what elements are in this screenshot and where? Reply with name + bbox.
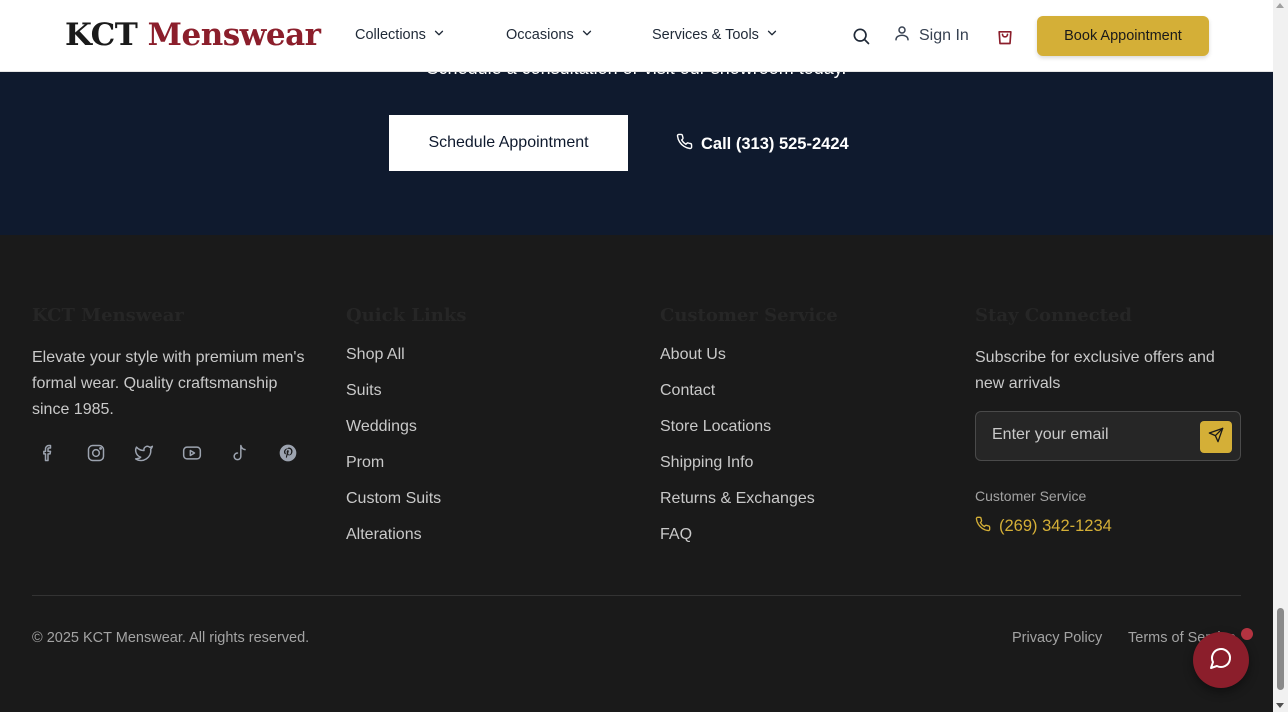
footer-about-text: Elevate your style with premium men's fo… [32, 349, 305, 418]
footer-link-faq[interactable]: FAQ [660, 525, 815, 561]
phone-icon [676, 133, 693, 155]
scroll-down-arrow[interactable] [1276, 703, 1284, 708]
footer-divider [32, 595, 1241, 596]
footer-link-weddings[interactable]: Weddings [346, 417, 441, 453]
user-icon [893, 24, 911, 47]
book-appointment-button[interactable]: Book Appointment [1037, 16, 1209, 56]
tiktok-icon[interactable] [230, 443, 250, 463]
chat-button[interactable] [1193, 632, 1249, 688]
stay-connected-title: Stay Connected [975, 305, 1132, 326]
quick-links-title: Quick Links [346, 305, 467, 326]
youtube-icon[interactable] [182, 443, 202, 463]
notification-dot [1241, 628, 1253, 640]
quick-links-list: Shop All Suits Weddings Prom Custom Suit… [346, 345, 441, 561]
customer-service-title: Customer Service [660, 305, 838, 326]
social-links [38, 443, 298, 463]
chat-bubble-icon [1209, 646, 1233, 675]
subscribe-text: Subscribe for exclusive offers and new a… [975, 349, 1215, 392]
site-header: KCT Menswear Collections Occasions Servi… [0, 0, 1273, 72]
nav-collections[interactable]: Collections [355, 26, 446, 44]
send-icon [1208, 427, 1224, 448]
schedule-appointment-button[interactable]: Schedule Appointment [389, 115, 628, 171]
call-button[interactable]: Call (313) 525-2424 [676, 133, 849, 155]
customer-service-phone-number: (269) 342-1234 [999, 517, 1112, 535]
footer-link-about-us[interactable]: About Us [660, 345, 815, 381]
footer-link-shipping-info[interactable]: Shipping Info [660, 453, 815, 489]
page-scrollbar[interactable] [1273, 0, 1288, 712]
phone-icon [975, 516, 991, 537]
footer-link-store-locations[interactable]: Store Locations [660, 417, 815, 453]
nav-services-tools[interactable]: Services & Tools [652, 26, 779, 44]
footer-link-alterations[interactable]: Alterations [346, 525, 441, 561]
site-logo[interactable]: KCT Menswear [65, 17, 321, 53]
subscribe-button[interactable] [1200, 421, 1232, 453]
chevron-down-icon [432, 26, 446, 44]
newsletter-form [975, 411, 1241, 461]
site-footer: KCT Menswear Elevate your style with pre… [0, 235, 1273, 712]
customer-service-list: About Us Contact Store Locations Shippin… [660, 345, 815, 561]
customer-service-phone[interactable]: (269) 342-1234 [975, 516, 1112, 537]
instagram-icon[interactable] [86, 443, 106, 463]
customer-service-label: Customer Service [975, 488, 1087, 504]
email-input[interactable] [992, 426, 1192, 444]
footer-link-contact[interactable]: Contact [660, 381, 815, 417]
footer-link-custom-suits[interactable]: Custom Suits [346, 489, 441, 525]
chevron-down-icon [580, 26, 594, 44]
sign-in-link[interactable]: Sign In [893, 24, 969, 47]
pinterest-icon[interactable] [278, 443, 298, 463]
copyright-text: © 2025 KCT Menswear. All rights reserved… [32, 630, 310, 646]
footer-brand-title: KCT Menswear [32, 305, 184, 326]
scroll-up-arrow[interactable] [1276, 3, 1284, 8]
privacy-policy-link[interactable]: Privacy Policy [1012, 630, 1102, 646]
chevron-down-icon [765, 26, 779, 44]
sign-in-label: Sign In [919, 26, 969, 44]
cart-icon[interactable] [993, 24, 1017, 48]
call-button-label: Call (313) 525-2424 [701, 134, 849, 153]
facebook-icon[interactable] [38, 443, 58, 463]
footer-link-returns-exchanges[interactable]: Returns & Exchanges [660, 489, 815, 525]
footer-link-prom[interactable]: Prom [346, 453, 441, 489]
search-icon[interactable] [849, 24, 873, 48]
footer-link-shop-all[interactable]: Shop All [346, 345, 441, 381]
twitter-icon[interactable] [134, 443, 154, 463]
nav-occasions[interactable]: Occasions [506, 26, 594, 44]
scroll-thumb[interactable] [1277, 608, 1284, 690]
footer-link-suits[interactable]: Suits [346, 381, 441, 417]
